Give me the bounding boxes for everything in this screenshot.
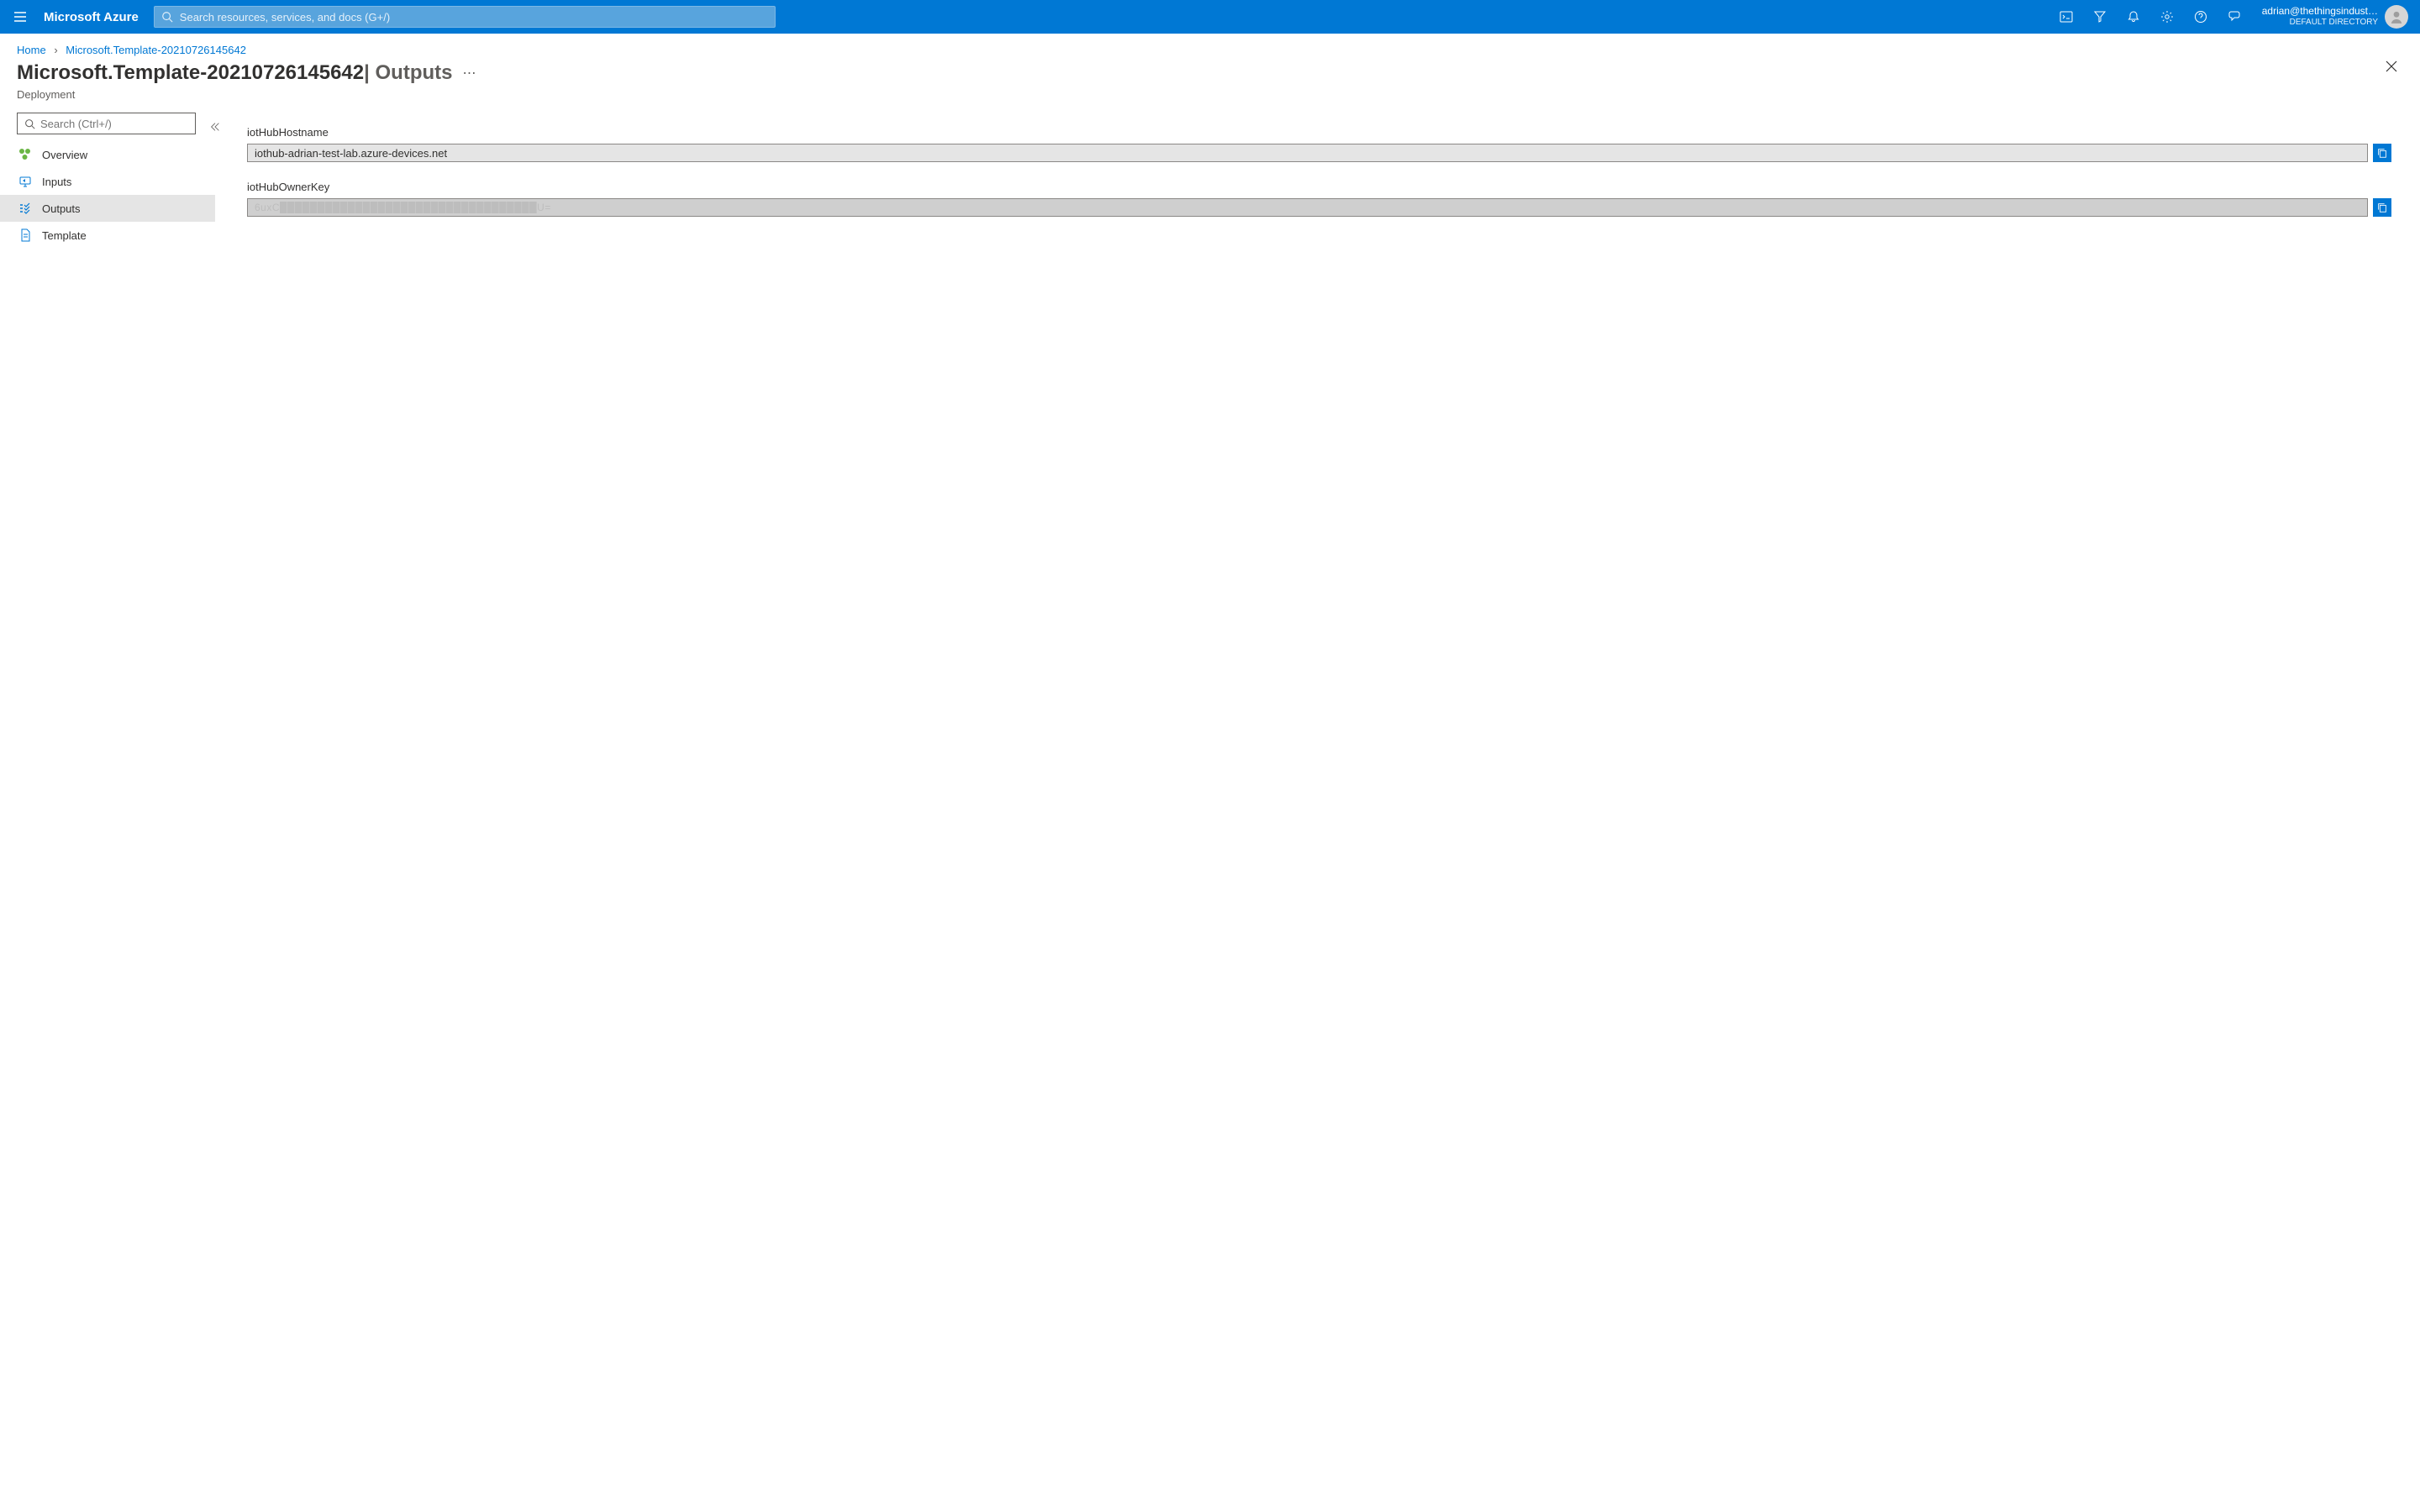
output-label-iotHubHostname: iotHubHostname	[247, 126, 2391, 139]
page-title: Microsoft.Template-20210726145642	[17, 61, 364, 85]
sidebar-item-outputs[interactable]: Outputs	[0, 195, 215, 222]
more-actions-button[interactable]: ⋯	[462, 61, 476, 87]
sidebar-search-input[interactable]	[40, 118, 188, 130]
cloud-shell-icon	[2060, 10, 2073, 24]
cloud-shell-button[interactable]	[2050, 0, 2082, 34]
avatar	[2385, 5, 2408, 29]
close-icon	[2385, 60, 2398, 73]
nav-icon	[18, 202, 32, 215]
output-value-iotHubHostname[interactable]	[247, 144, 2368, 162]
hamburger-menu[interactable]	[7, 3, 34, 30]
breadcrumb-home[interactable]: Home	[17, 44, 46, 56]
filter-icon	[2093, 10, 2107, 24]
sidebar-item-label: Inputs	[42, 176, 71, 188]
page-section: | Outputs	[364, 61, 452, 85]
copy-button-iotHubHostname[interactable]	[2373, 144, 2391, 162]
settings-button[interactable]	[2151, 0, 2183, 34]
page-header: Microsoft.Template-20210726145642 | Outp…	[0, 56, 2420, 87]
nav-icon	[18, 228, 32, 242]
sidebar-item-overview[interactable]: Overview	[0, 141, 215, 168]
global-search-input[interactable]	[180, 11, 768, 24]
brand-label[interactable]: Microsoft Azure	[44, 10, 139, 24]
topbar-actions	[2050, 0, 2250, 34]
person-icon	[2389, 9, 2404, 24]
sidebar-item-inputs[interactable]: Inputs	[0, 168, 215, 195]
feedback-button[interactable]	[2218, 0, 2250, 34]
global-search[interactable]	[154, 6, 776, 28]
hamburger-icon	[13, 10, 27, 24]
copy-icon	[2376, 202, 2388, 213]
account-directory: DEFAULT DIRECTORY	[2262, 17, 2378, 29]
topbar: Microsoft Azure adrian@thethingsindust… …	[0, 0, 2420, 34]
account-menu[interactable]: adrian@thethingsindust… DEFAULT DIRECTOR…	[2250, 5, 2413, 29]
notifications-button[interactable]	[2118, 0, 2149, 34]
directory-filter-button[interactable]	[2084, 0, 2116, 34]
close-blade-button[interactable]	[2385, 60, 2398, 73]
help-button[interactable]	[2185, 0, 2217, 34]
sidebar-search[interactable]	[17, 113, 196, 134]
outputs-panel: iotHubHostname iotHubOwnerKey	[215, 113, 2420, 249]
gear-icon	[2160, 10, 2174, 24]
sidebar: Overview Inputs Outputs Template	[0, 113, 215, 249]
nav-icon	[18, 175, 32, 188]
bell-icon	[2127, 10, 2140, 24]
copy-button-iotHubOwnerKey[interactable]	[2373, 198, 2391, 217]
nav-icon	[18, 148, 32, 161]
breadcrumb-current[interactable]: Microsoft.Template-20210726145642	[66, 44, 246, 56]
search-icon	[161, 11, 173, 23]
breadcrumb-separator: ›	[54, 44, 57, 56]
output-row-iotHubHostname	[247, 144, 2391, 162]
help-icon	[2194, 10, 2207, 24]
page-subtitle: Deployment	[0, 87, 2420, 113]
sidebar-item-label: Template	[42, 229, 87, 242]
output-label-iotHubOwnerKey: iotHubOwnerKey	[247, 181, 2391, 193]
sidebar-item-label: Overview	[42, 149, 87, 161]
output-row-iotHubOwnerKey	[247, 198, 2391, 217]
search-icon	[24, 118, 35, 129]
copy-icon	[2376, 147, 2388, 159]
account-email: adrian@thethingsindust…	[2262, 5, 2378, 17]
account-text: adrian@thethingsindust… DEFAULT DIRECTOR…	[2262, 5, 2378, 29]
sidebar-item-template[interactable]: Template	[0, 222, 215, 249]
sidebar-item-label: Outputs	[42, 202, 81, 215]
breadcrumb: Home › Microsoft.Template-20210726145642	[0, 34, 2420, 56]
output-value-iotHubOwnerKey[interactable]	[247, 198, 2368, 217]
feedback-icon	[2228, 10, 2241, 24]
